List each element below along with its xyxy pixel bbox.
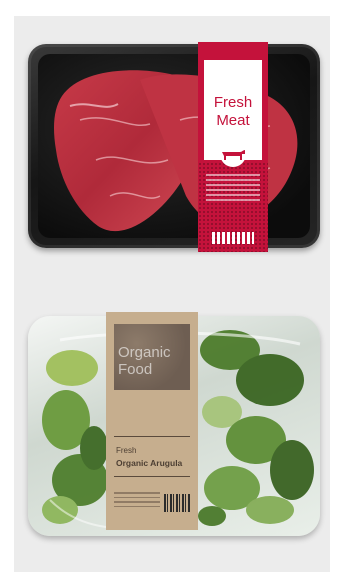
organic-badge-line1: Organic xyxy=(118,344,171,361)
salad-label-fine-print xyxy=(114,492,160,510)
label-divider-bottom xyxy=(114,476,190,477)
salad-subtitle: Fresh xyxy=(116,446,137,455)
salad-product-name: Organic Arugula xyxy=(116,458,183,468)
barcode-icon xyxy=(164,494,190,512)
label-divider-top xyxy=(114,436,190,437)
salad-label-band: Organic Food Fresh Organic Arugula xyxy=(106,312,198,530)
organic-badge-line2: Food xyxy=(118,361,153,378)
organic-food-badge: Organic Food xyxy=(114,324,190,390)
